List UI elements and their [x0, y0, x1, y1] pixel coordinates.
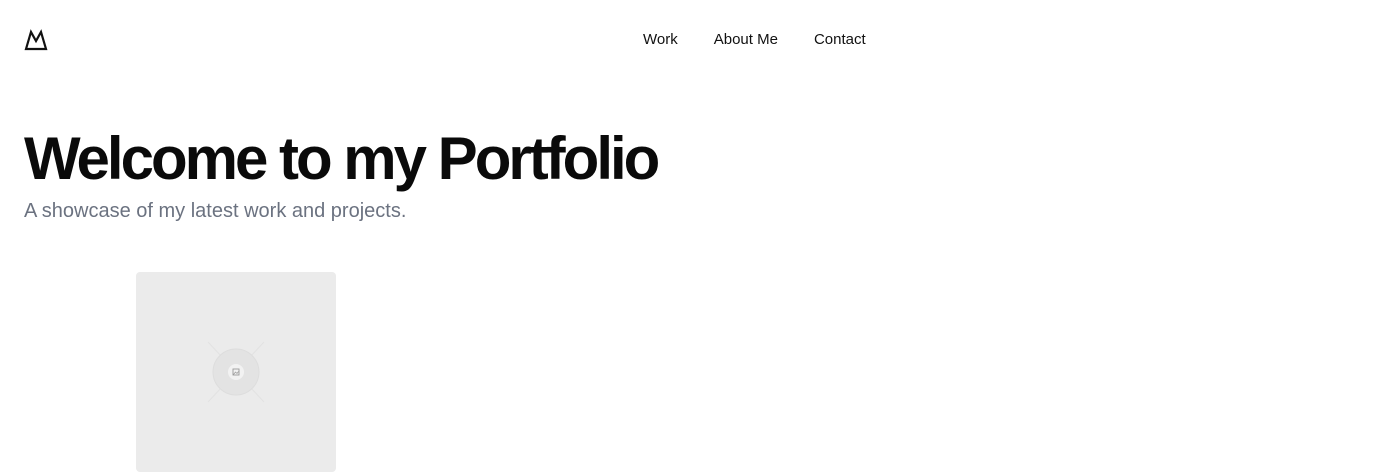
logo-link[interactable]	[24, 29, 48, 51]
project-card[interactable]	[136, 272, 336, 472]
nav-contact-link[interactable]: Contact	[814, 30, 866, 50]
page: Work About Me Contact Welcome to my Port…	[0, 0, 1376, 472]
image-placeholder-icon	[207, 341, 265, 403]
nav-about-me-link[interactable]: About Me	[714, 30, 778, 50]
nav-work-link[interactable]: Work	[643, 30, 678, 50]
page-subtitle: A showcase of my latest work and project…	[24, 200, 407, 222]
main-nav: Work About Me Contact	[643, 30, 866, 50]
mountain-logo-icon	[24, 29, 48, 51]
page-title: Welcome to my Portfolio	[24, 125, 660, 192]
